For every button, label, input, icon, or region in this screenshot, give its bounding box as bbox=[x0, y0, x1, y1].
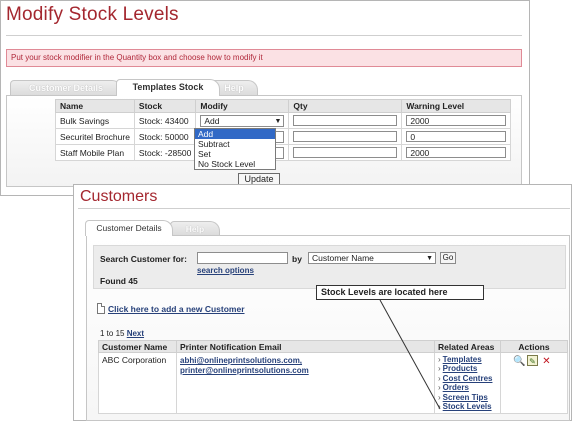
column-header: Name bbox=[55, 99, 135, 113]
stock-value: Stock: 43400 bbox=[133, 112, 197, 129]
column-header: Related Areas bbox=[434, 340, 501, 353]
qty-input[interactable] bbox=[293, 115, 398, 127]
stock-value: Stock: 50000 bbox=[133, 128, 197, 145]
qty-input[interactable] bbox=[293, 131, 398, 143]
tab-help[interactable]: Help bbox=[170, 221, 220, 235]
search-icon[interactable]: 🔍 bbox=[513, 356, 525, 367]
row-actions: 🔍 ✎ ✕ bbox=[500, 351, 568, 415]
table-row: ABC Corporation abhi@onlineprintsolution… bbox=[98, 351, 568, 415]
bullet-icon: › bbox=[438, 364, 441, 374]
customer-name: ABC Corporation bbox=[98, 351, 177, 415]
column-header: Modify bbox=[195, 99, 290, 113]
search-input[interactable] bbox=[197, 252, 288, 264]
warning-level-input[interactable]: 0 bbox=[406, 131, 507, 143]
customers-title: Customers bbox=[80, 188, 158, 205]
column-header: Printer Notification Email bbox=[176, 340, 435, 353]
related-areas: › Templates › Products › Cost Centres › Orde… bbox=[434, 351, 501, 415]
add-customer-link[interactable]: Click here to add a new Customer bbox=[108, 304, 245, 314]
customers-table: Customer Name Printer Notification Email… bbox=[98, 340, 568, 415]
table-row: Securitel Brochure Stock: 50000 0 bbox=[55, 128, 512, 145]
bullet-icon: › bbox=[438, 383, 441, 393]
search-options-link[interactable]: search options bbox=[197, 266, 254, 275]
pagination: 1 to 15 Next bbox=[100, 329, 144, 338]
related-link-stock-levels[interactable]: Stock Levels bbox=[443, 402, 492, 411]
stock-value: Stock: -28500 bbox=[133, 144, 197, 161]
title-divider bbox=[6, 35, 522, 36]
dropdown-option-subtract[interactable]: Subtract bbox=[195, 139, 275, 149]
item-name: Bulk Savings bbox=[55, 112, 135, 129]
dropdown-option-add[interactable]: Add bbox=[195, 129, 275, 139]
item-name: Staff Mobile Plan bbox=[55, 144, 135, 161]
dropdown-option-no-stock-level[interactable]: No Stock Level bbox=[195, 159, 275, 169]
bullet-icon: › bbox=[438, 392, 441, 402]
search-field-select-value: Customer Name bbox=[312, 253, 374, 263]
edit-icon[interactable]: ✎ bbox=[527, 355, 538, 366]
column-header: Warning Level bbox=[401, 99, 512, 113]
related-link-cost-centres[interactable]: Cost Centres bbox=[443, 374, 493, 383]
go-button[interactable]: Go bbox=[440, 252, 456, 264]
modify-select-value: Add bbox=[204, 115, 220, 126]
stock-table: Name Stock Modify Qty Warning Level Bulk… bbox=[55, 99, 512, 161]
table-header-row: Name Stock Modify Qty Warning Level bbox=[55, 99, 512, 113]
search-by-label: by bbox=[292, 254, 302, 264]
tab-customer-details[interactable]: Customer Details bbox=[85, 220, 173, 236]
warning-level-input[interactable]: 2000 bbox=[406, 115, 507, 127]
search-label: Search Customer for: bbox=[100, 254, 187, 264]
tab-templates-stock[interactable]: Templates Stock bbox=[116, 79, 220, 96]
column-header: Qty bbox=[288, 99, 403, 113]
dropdown-option-set[interactable]: Set bbox=[195, 149, 275, 159]
related-link-screen-tips[interactable]: Screen Tips bbox=[443, 393, 488, 402]
email-link[interactable]: abhi@onlineprintsolutions.com, printer@o… bbox=[180, 356, 309, 375]
related-link-products[interactable]: Products bbox=[443, 364, 478, 373]
column-header: Stock bbox=[133, 99, 197, 113]
search-field-select[interactable]: Customer Name ▼ bbox=[308, 252, 436, 264]
chevron-down-icon: ▼ bbox=[426, 255, 433, 262]
callout-label: Stock Levels are located here bbox=[316, 285, 484, 300]
modify-select[interactable]: Add ▼ bbox=[200, 114, 285, 127]
related-link-templates[interactable]: Templates bbox=[443, 355, 482, 364]
qty-input[interactable] bbox=[293, 147, 398, 159]
chevron-down-icon: ▼ bbox=[274, 117, 282, 125]
modify-dropdown-list: Add Subtract Set No Stock Level bbox=[194, 128, 276, 170]
next-page-link[interactable]: Next bbox=[127, 329, 144, 338]
bullet-icon: › bbox=[438, 373, 441, 383]
item-name: Securitel Brochure bbox=[55, 128, 135, 145]
table-header-row: Customer Name Printer Notification Email… bbox=[98, 340, 568, 353]
page-title: Modify Stock Levels bbox=[6, 4, 179, 25]
title-divider bbox=[78, 208, 570, 209]
related-link-orders[interactable]: Orders bbox=[443, 383, 469, 392]
warning-level-input[interactable]: 2000 bbox=[406, 147, 507, 159]
table-row: Bulk Savings Stock: 43400 Add ▼ 2000 bbox=[55, 112, 512, 129]
column-header: Customer Name bbox=[98, 340, 177, 353]
table-row: Staff Mobile Plan Stock: -28500 2000 bbox=[55, 144, 512, 161]
info-message: Put your stock modifier in the Quantity … bbox=[6, 49, 522, 67]
bullet-icon: › bbox=[438, 402, 441, 412]
tab-customer-details[interactable]: Customer Details bbox=[10, 80, 122, 95]
page-range: 1 to 15 bbox=[100, 329, 125, 338]
delete-icon[interactable]: ✕ bbox=[541, 356, 552, 367]
column-header: Actions bbox=[500, 340, 568, 353]
found-count: Found 45 bbox=[100, 276, 138, 286]
new-document-icon[interactable] bbox=[97, 303, 105, 314]
bullet-icon: › bbox=[438, 355, 441, 364]
